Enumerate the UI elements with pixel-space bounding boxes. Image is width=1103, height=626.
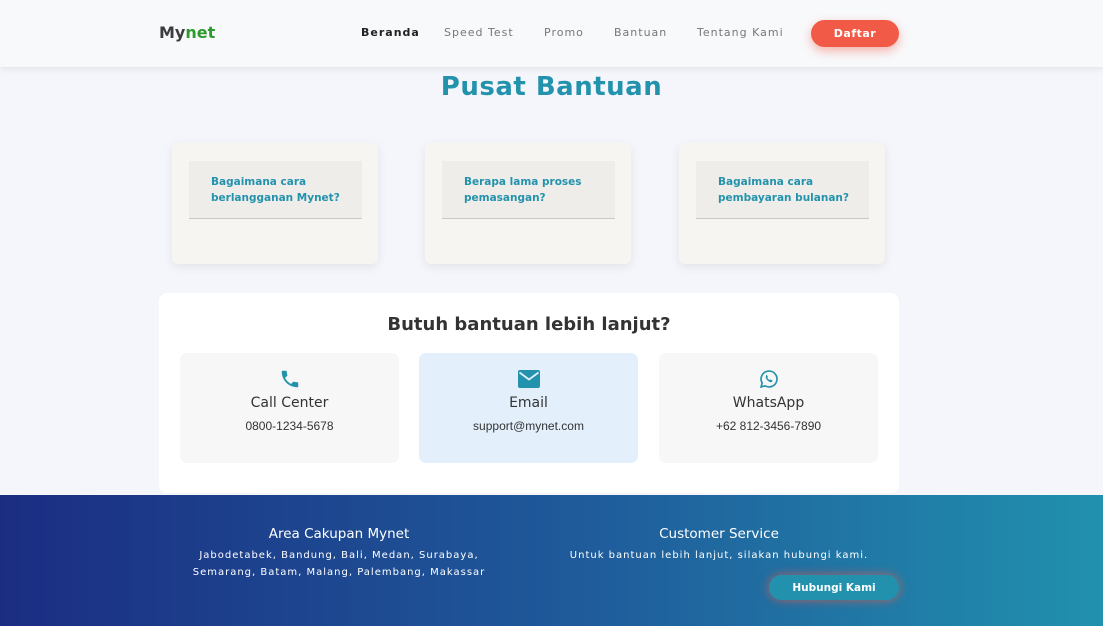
brand-logo[interactable]: Mynet [159,23,215,42]
footer-service: Customer Service Untuk bantuan lebih lan… [544,526,894,564]
brand-logo-part1: My [159,23,186,42]
page-title: Pusat Bantuan [440,72,663,102]
nav-item-bantuan[interactable]: Bantuan [614,26,667,39]
contact-card-email[interactable]: Email support@mynet.com [419,353,638,463]
contact-label: WhatsApp [732,395,805,411]
whatsapp-icon [659,367,878,391]
nav-item-tentang-kami[interactable]: Tentang Kami [697,26,784,39]
faq-question[interactable]: Berapa lama proses pemasangan? [442,161,615,219]
contact-card-call-center[interactable]: Call Center 0800-1234-5678 [180,353,399,463]
contact-label: Email [509,395,548,411]
faq-question[interactable]: Bagaimana cara pembayaran bulanan? [696,161,869,219]
help-title: Butuh bantuan lebih lanjut? [387,314,671,335]
faq-question[interactable]: Bagaimana cara berlangganan Mynet? [189,161,362,219]
nav-item-speed-test[interactable]: Speed Test [444,26,514,39]
nav-item-promo[interactable]: Promo [544,26,584,39]
footer: Area Cakupan Mynet Jabodetabek, Bandung,… [0,495,1103,626]
hubungi-kami-button[interactable]: Hubungi Kami [769,575,899,600]
faq-card: Bagaimana cara pembayaran bulanan? [679,143,885,264]
footer-coverage-text: Jabodetabek, Bandung, Bali, Medan, Surab… [159,547,519,581]
contact-card-whatsapp[interactable]: WhatsApp +62 812-3456-7890 [659,353,878,463]
faq-card: Bagaimana cara berlangganan Mynet? [172,143,378,264]
footer-coverage-line2: Semarang, Batam, Malang, Palembang, Maka… [192,567,486,578]
footer-coverage: Area Cakupan Mynet Jabodetabek, Bandung,… [159,526,519,581]
contact-value: +62 812-3456-7890 [715,419,822,433]
nav-item-beranda[interactable]: Beranda [361,26,420,39]
contact-value: support@mynet.com [473,419,584,433]
footer-service-title: Customer Service [659,526,779,542]
brand-logo-part2: net [185,23,216,42]
navbar: Mynet Beranda Speed Test Promo Bantuan T… [0,0,1103,67]
envelope-icon [419,367,638,391]
contact-value: 0800-1234-5678 [245,419,334,433]
phone-icon [180,367,399,391]
footer-service-text: Untuk bantuan lebih lanjut, silakan hubu… [569,550,869,561]
faq-card: Berapa lama proses pemasangan? [425,143,631,264]
footer-coverage-title: Area Cakupan Mynet [268,526,410,542]
daftar-button[interactable]: Daftar [811,20,899,47]
footer-coverage-line1: Jabodetabek, Bandung, Bali, Medan, Surab… [199,550,479,561]
contact-label: Call Center [250,395,329,411]
help-panel: Butuh bantuan lebih lanjut? Call Center … [159,293,899,493]
